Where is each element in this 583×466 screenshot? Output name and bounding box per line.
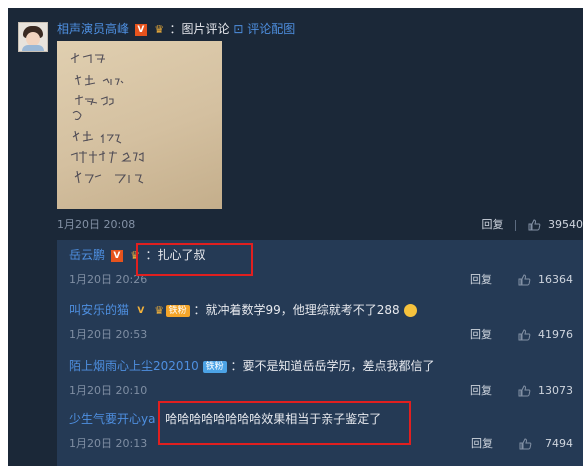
post-reply-button[interactable]: 回复 xyxy=(482,218,504,231)
comment-reply-button[interactable]: 回复 xyxy=(470,273,492,286)
like-icon[interactable] xyxy=(518,329,531,341)
weibo-post-panel: 相声演员高峰 V ♛ ：图片评论 ⊡ 评论配图 1月20日 20:08 回复 3… xyxy=(8,8,583,466)
like-icon[interactable] xyxy=(519,438,532,450)
comment-username[interactable]: 少生气要开心ya xyxy=(69,412,155,426)
comment-item: 陌上烟雨心上尘202010 铁粉 ：要不是知道岳岳学历，差点我都信了 1月20日… xyxy=(57,351,583,403)
fan-badge: 铁粉 xyxy=(202,360,227,373)
comment-reply-button[interactable]: 回复 xyxy=(470,328,492,341)
crown-icon: ♛ xyxy=(154,22,165,36)
comment-username[interactable]: 岳云鹏 xyxy=(69,248,105,262)
comment-username[interactable]: 陌上烟雨心上尘202010 xyxy=(69,359,199,373)
comment-reply-button[interactable]: 回复 xyxy=(471,437,493,450)
like-icon[interactable] xyxy=(528,219,541,231)
highlight-box xyxy=(158,401,411,445)
like-icon[interactable] xyxy=(518,274,531,286)
comment-item: 叫安乐的猫 V ♛ 铁粉 ：就冲着数学99，他理综就考不了288 1月20日 20… xyxy=(57,295,583,347)
verified-badge: V xyxy=(137,305,145,316)
verified-badge: V xyxy=(134,23,147,36)
comment-timestamp: 1月20日 20:53 xyxy=(69,328,148,341)
comment-text: ：就冲着数学99，他理综就考不了288 xyxy=(193,303,400,317)
verified-badge: V xyxy=(110,249,123,262)
post-username[interactable]: 相声演员高峰 xyxy=(57,22,129,36)
post-actions: 回复 39540 xyxy=(482,216,583,232)
comment-username[interactable]: 叫安乐的猫 xyxy=(69,303,129,317)
comment-like-count: 13073 xyxy=(538,384,573,397)
highlight-box xyxy=(136,243,253,276)
image-comment-icon[interactable]: ⊡ xyxy=(233,22,243,36)
comment-timestamp: 1月20日 20:10 xyxy=(69,384,148,397)
comment-like-count: 16364 xyxy=(538,273,573,286)
comment-image-link[interactable]: 评论配图 xyxy=(247,22,295,36)
handwritten-note-drawing xyxy=(70,53,144,184)
post-timestamp: 1月20日 20:08 xyxy=(57,218,136,231)
comment-reply-button[interactable]: 回复 xyxy=(470,384,492,397)
comment-like-count: 41976 xyxy=(538,328,573,341)
crown-icon: ♛ xyxy=(154,303,165,317)
post-header: 相声演员高峰 V ♛ ：图片评论 ⊡ 评论配图 xyxy=(57,21,295,37)
post-like-count: 39540 xyxy=(548,218,583,231)
user-avatar[interactable] xyxy=(18,22,48,52)
comment-text: ：要不是知道岳岳学历，差点我都信了 xyxy=(230,359,435,373)
fan-badge: 铁粉 xyxy=(165,304,190,317)
comment-like-count: 7494 xyxy=(545,437,573,450)
post-photo-handwritten-note[interactable] xyxy=(57,41,222,209)
action-divider xyxy=(515,219,516,231)
comment-timestamp: 1月20日 20:13 xyxy=(69,437,148,450)
like-icon[interactable] xyxy=(518,385,531,397)
post-type-label: ：图片评论 xyxy=(169,22,230,36)
cat-emoji-icon xyxy=(403,304,417,317)
